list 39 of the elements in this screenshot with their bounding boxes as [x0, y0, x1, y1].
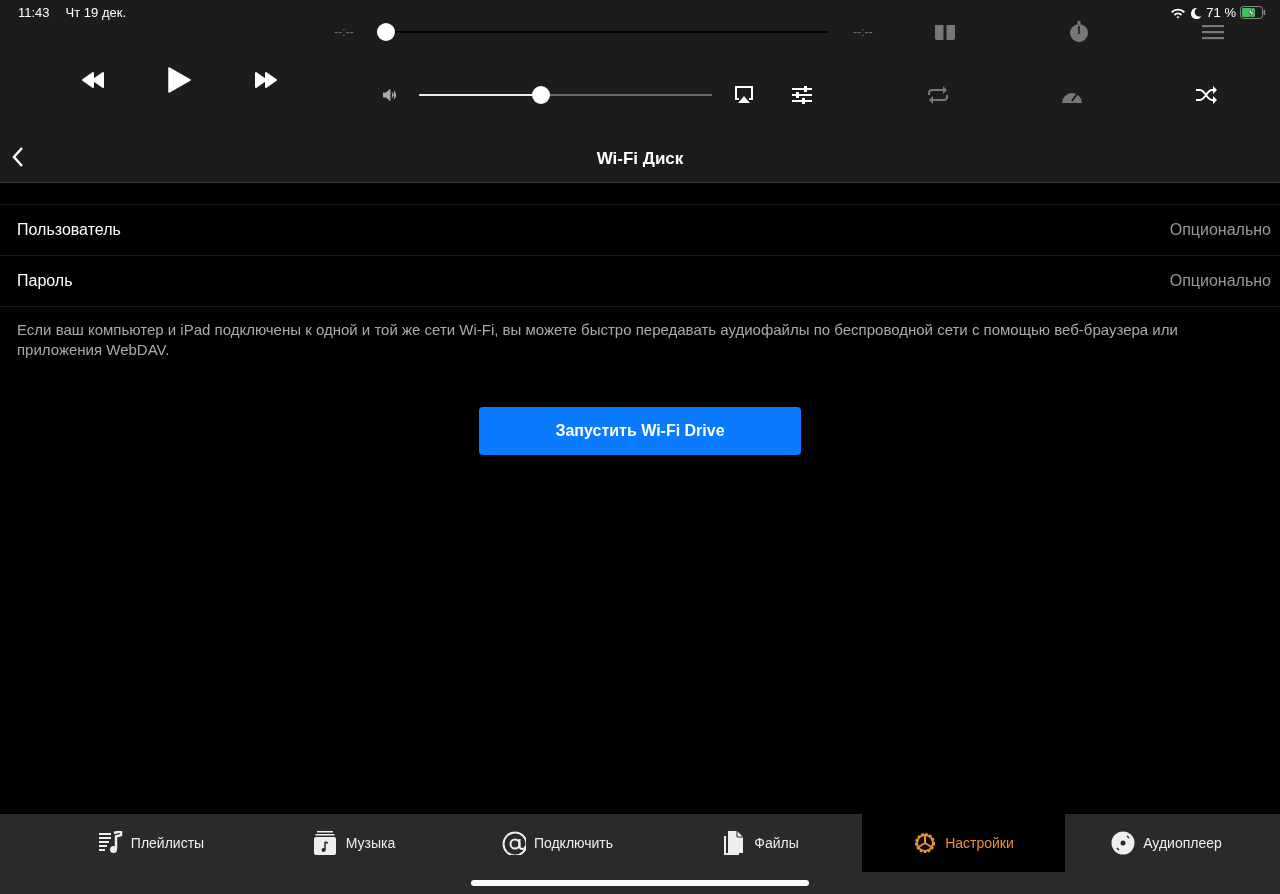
play-icon[interactable] [167, 67, 192, 93]
tab-button[interactable]: Подключить [456, 814, 659, 872]
description-text: Если ваш компьютер и iPad подключены к одной и той же сети Wi-Fi, вы можете быстро передавать аудиофайлы по беспроводной сети с помощью веб-браузера или приложения WebDAV. [0, 306, 1280, 361]
page-title: Wi-Fi Диск [596, 147, 684, 170]
slider-thumb[interactable] [531, 86, 550, 104]
menu-icon[interactable] [1202, 24, 1224, 40]
rewind-icon[interactable] [81, 71, 104, 89]
music-stack-icon [313, 831, 338, 855]
volume-icon [383, 89, 397, 101]
tab-button[interactable]: Настройки [862, 814, 1065, 872]
airplay-icon[interactable] [734, 86, 754, 104]
timer-icon[interactable] [1069, 21, 1089, 43]
tab-button[interactable]: Аудиоплеер [1065, 814, 1268, 872]
book-icon[interactable] [934, 23, 956, 41]
disc-icon [1111, 831, 1136, 855]
list-music-icon [98, 831, 123, 855]
elapsed-time: --:-- [333, 24, 355, 41]
tab-button[interactable]: Музыка [253, 814, 456, 872]
back-icon[interactable] [12, 147, 24, 167]
remaining-time: --:-- [852, 24, 874, 41]
start-button[interactable]: Запустить Wi-Fi Drive [479, 406, 801, 455]
text-field[interactable]: Опционально [1071, 269, 1271, 293]
setting-label: Пользователь [17, 220, 121, 240]
status-date: Чт 19 дек. [65, 3, 126, 22]
moon-icon [1190, 6, 1203, 19]
status-time: 11:43 [18, 3, 50, 22]
text-field[interactable]: Опционально [1071, 218, 1271, 242]
setting-label: Пароль [17, 271, 73, 291]
tab-button[interactable]: Файлы [659, 814, 862, 872]
slider-thumb[interactable] [377, 23, 395, 41]
at-sign-icon [501, 831, 526, 855]
equalizer-icon[interactable] [792, 86, 812, 104]
battery-percent: 71 % [1206, 3, 1236, 22]
repeat-icon[interactable] [927, 86, 949, 104]
wifi-icon [1170, 6, 1187, 19]
fast-forward-icon[interactable] [255, 71, 278, 89]
shuffle-icon[interactable] [1195, 86, 1217, 104]
gear-icon [913, 831, 938, 855]
tab-button[interactable]: Плейлисты [50, 814, 253, 872]
